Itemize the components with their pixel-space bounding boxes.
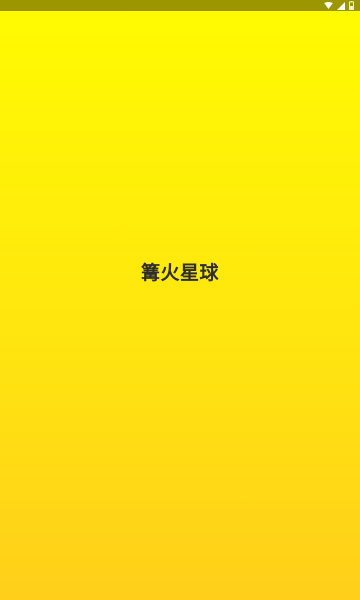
splash-screen: 篝火星球 bbox=[0, 0, 360, 600]
wifi-icon bbox=[324, 2, 333, 9]
battery-icon bbox=[349, 1, 354, 10]
signal-icon bbox=[337, 1, 345, 10]
status-icons bbox=[324, 0, 354, 11]
status-bar bbox=[0, 0, 360, 11]
app-title: 篝火星球 bbox=[140, 262, 219, 284]
